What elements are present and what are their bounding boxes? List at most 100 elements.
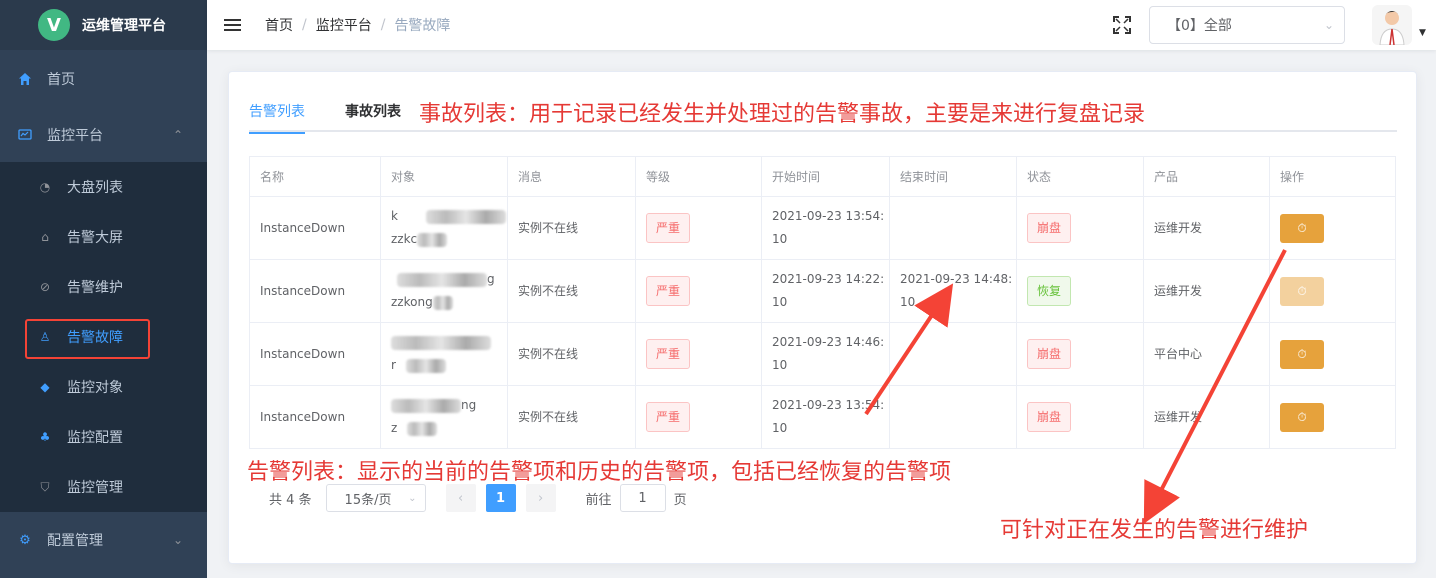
goto-label: 前往: [585, 492, 612, 508]
brand-title: 运维管理平台: [82, 18, 166, 34]
building-icon: ⌂: [41, 230, 49, 244]
sidebar-group-monitor[interactable]: 监控平台 ⌃: [0, 107, 207, 162]
avatar[interactable]: [1372, 5, 1412, 45]
cell-end: [889, 322, 1017, 386]
fullscreen-icon[interactable]: [1113, 16, 1131, 34]
sidebar-item-home[interactable]: 首页: [0, 50, 207, 107]
breadcrumb-monitor[interactable]: 监控平台: [316, 15, 372, 35]
level-badge: 严重: [646, 213, 691, 243]
gauge-icon: ◔: [39, 180, 51, 194]
hamburger-icon[interactable]: [224, 16, 241, 34]
cell-name: InstanceDown: [249, 322, 381, 386]
cell-message: 实例不在线: [507, 196, 636, 260]
cell-action: ⏱: [1269, 196, 1396, 260]
table-row: InstanceDown ng z 实例不在线 严重 2021-09-23 13:…: [249, 385, 1396, 449]
table-row: InstanceDown r 实例不在线 严重 2021-09-23 14:46…: [249, 322, 1396, 386]
col-level: 等级: [635, 156, 762, 197]
tab-alert-list[interactable]: 告警列表: [249, 100, 305, 134]
timer-icon: ⏱: [1297, 409, 1307, 424]
pagination-total: 共 4 条: [269, 492, 312, 508]
cell-level: 严重: [635, 196, 762, 260]
page-suffix: 页: [673, 492, 687, 508]
sidebar-group-config[interactable]: ⚙ 配置管理 ⌄: [0, 512, 207, 568]
level-badge: 严重: [646, 402, 691, 432]
next-page-button[interactable]: ›: [525, 484, 556, 512]
maintain-button[interactable]: ⏱: [1280, 339, 1324, 369]
col-message: 消息: [507, 156, 636, 197]
cell-level: 严重: [635, 322, 762, 386]
col-start: 开始时间: [761, 156, 890, 197]
cell-name: InstanceDown: [249, 385, 381, 449]
level-badge: 严重: [646, 276, 691, 306]
chevron-up-icon: ⌃: [172, 127, 183, 142]
alert-annotation: 告警列表：显示的当前的告警项和历史的告警项，包括已经恢复的告警项: [247, 460, 952, 485]
incident-annotation: 事故列表：用于记录已经发生并处理过的告警事故，主要是来进行复盘记录: [419, 102, 1146, 127]
cell-object: ng z: [380, 385, 508, 449]
gear-icon: ⚙: [19, 532, 31, 548]
page-size-select[interactable]: 15条/页 ⌄: [325, 484, 426, 512]
col-object: 对象: [380, 156, 508, 197]
sidebar: V 运维管理平台 首页 监控平台 ⌃ ◔ 大盘列表 ⌂ 告警大屏 ⊘ 告警维护 …: [0, 0, 207, 578]
goto-input[interactable]: 1: [619, 484, 666, 512]
shield-icon: ⛉: [40, 479, 50, 494]
cell-end: [889, 196, 1017, 260]
maintain-button[interactable]: ⏱: [1280, 276, 1324, 306]
chevron-down-icon: ⌄: [172, 533, 183, 547]
table-row: InstanceDown g zzkong 实例不在线 严重 2021-09-23…: [249, 259, 1396, 323]
cell-action: ⏱: [1269, 385, 1396, 449]
cell-message: 实例不在线: [507, 259, 636, 323]
cell-name: InstanceDown: [249, 196, 381, 260]
sidebar-item-alert-screen[interactable]: ⌂ 告警大屏: [0, 212, 207, 262]
cell-start: 2021-09-23 14:22: 10: [761, 259, 890, 323]
caret-down-icon[interactable]: ▼: [1419, 28, 1426, 38]
cell-start: 2021-09-23 14:46: 10: [761, 322, 890, 386]
highlight-box: [25, 319, 150, 359]
breadcrumb-home[interactable]: 首页: [265, 15, 293, 35]
select-value: 【0】全部: [1167, 18, 1232, 34]
level-badge: 严重: [646, 339, 691, 369]
brand: V 运维管理平台: [0, 0, 207, 50]
status-badge: 崩盘: [1027, 339, 1072, 369]
env-select[interactable]: 【0】全部 ⌄: [1149, 6, 1345, 44]
cell-product: 平台中心: [1143, 322, 1270, 386]
home-icon: [18, 72, 32, 86]
sidebar-item-monitor-config[interactable]: ♣ 监控配置: [0, 412, 207, 462]
cell-status: 恢复: [1016, 259, 1144, 323]
sidebar-item-monitor-manage[interactable]: ⛉ 监控管理: [0, 462, 207, 512]
status-badge: 崩盘: [1027, 402, 1072, 432]
status-badge: 崩盘: [1027, 213, 1072, 243]
col-end: 结束时间: [889, 156, 1017, 197]
sidebar-item-alert-maintain[interactable]: ⊘ 告警维护: [0, 262, 207, 312]
timer-icon: ⏱: [1297, 220, 1307, 235]
cell-message: 实例不在线: [507, 322, 636, 386]
sidebar-item-monitor-object[interactable]: ◆ 监控对象: [0, 362, 207, 412]
sidebar-item-label: 监控平台: [47, 127, 103, 144]
cell-level: 严重: [635, 385, 762, 449]
content-card: 告警列表 事故列表 事故列表：用于记录已经发生并处理过的告警事故，主要是来进行复…: [228, 71, 1417, 564]
maintain-icon: ⊘: [39, 280, 51, 294]
target-icon: ◆: [40, 380, 50, 394]
sidebar-item-dashboard-list[interactable]: ◔ 大盘列表: [0, 162, 207, 212]
alert-table: 名称 对象 消息 等级 开始时间 结束时间 状态 产品 操作 InstanceD…: [249, 156, 1396, 449]
cell-end: [889, 385, 1017, 449]
bell-gear-icon: ♣: [39, 430, 51, 444]
cell-object: r: [380, 322, 508, 386]
sidebar-item-label: 大盘列表: [67, 180, 123, 196]
cell-level: 严重: [635, 259, 762, 323]
table-header-row: 名称 对象 消息 等级 开始时间 结束时间 状态 产品 操作: [249, 156, 1396, 197]
chevron-down-icon: ⌄: [408, 492, 417, 504]
sidebar-item-label: 配置管理: [47, 533, 103, 549]
tab-incident-list[interactable]: 事故列表: [345, 100, 401, 132]
maintain-button[interactable]: ⏱: [1280, 402, 1324, 432]
pagination: 共 4 条 15条/页 ⌄ ‹ 1 › 前往 1 页: [269, 484, 687, 512]
prev-page-button[interactable]: ‹: [445, 484, 476, 512]
col-status: 状态: [1016, 156, 1144, 197]
col-product: 产品: [1143, 156, 1270, 197]
page-number[interactable]: 1: [485, 484, 516, 512]
cell-product: 运维开发: [1143, 259, 1270, 323]
header: 首页 / 监控平台 / 告警故障 【0】全部 ⌄ ▼: [207, 0, 1436, 50]
col-action: 操作: [1269, 156, 1396, 197]
maintain-button[interactable]: ⏱: [1280, 213, 1324, 243]
breadcrumb-current: 告警故障: [394, 18, 451, 34]
cell-message: 实例不在线: [507, 385, 636, 449]
